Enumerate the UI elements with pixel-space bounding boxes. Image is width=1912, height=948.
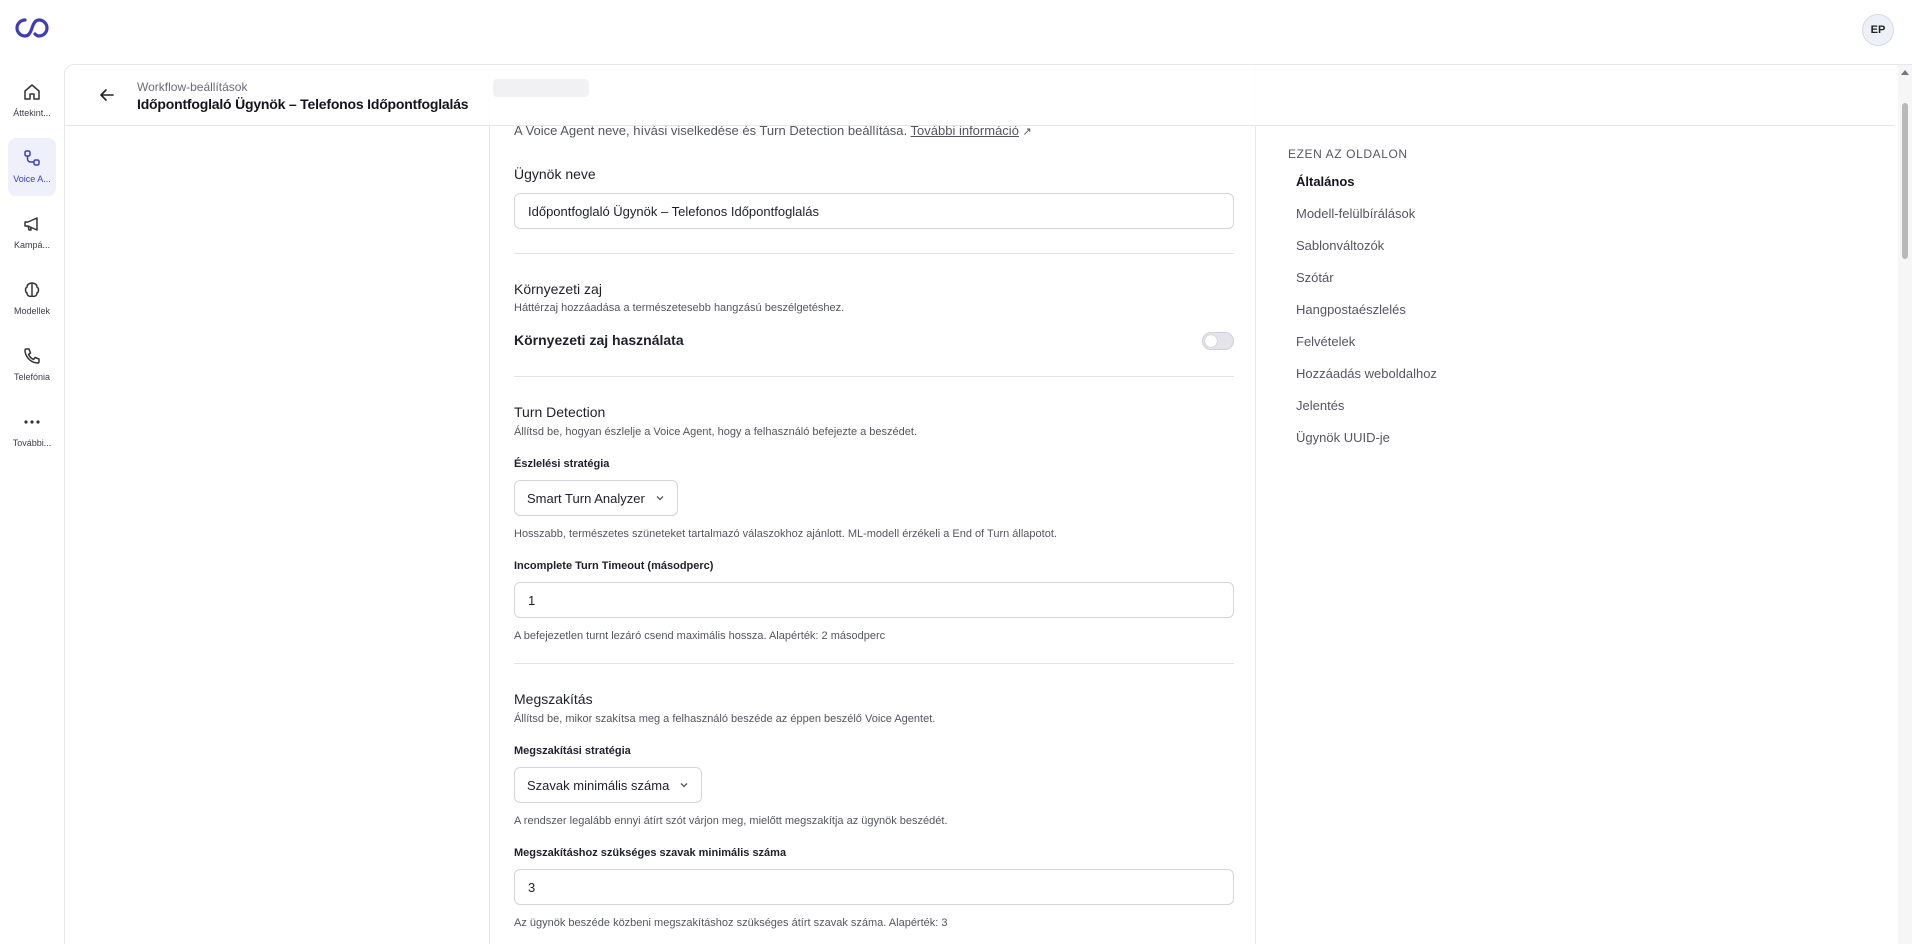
toc-item-reporting[interactable]: Jelentés: [1296, 398, 1344, 413]
main-frame: Workflow-beállítások Időpontfoglaló Ügyn…: [64, 64, 1912, 944]
sidebar-item-telephony[interactable]: Telefónia: [8, 336, 56, 394]
scrollbar-thumb[interactable]: [1902, 103, 1908, 259]
interruption-description: Állítsd be, mikor szakítsa meg a felhasz…: [514, 713, 936, 725]
detection-strategy-label: Észlelési stratégia: [514, 458, 610, 470]
interruption-strategy-select[interactable]: Szavak minimális száma: [514, 767, 703, 803]
sidebar-nav: Áttekint... Voice A... Kampá... Modellek…: [0, 64, 64, 948]
agent-name-input[interactable]: Időpontfoglaló Ügynök – Telefonos Időpon…: [514, 193, 1234, 229]
toc-item-agent-uuid[interactable]: Ügynök UUID-je: [1296, 430, 1390, 445]
ambient-noise-toggle-label: Környezeti zaj használata: [514, 332, 684, 348]
back-arrow-icon[interactable]: [97, 85, 117, 105]
external-link-icon: ↗: [1022, 126, 1032, 138]
timeout-input[interactable]: 1: [514, 582, 1234, 618]
toc-item-general[interactable]: Általános: [1296, 174, 1355, 189]
sidebar-item-voice-agents[interactable]: Voice A...: [8, 138, 56, 196]
sidebar-item-more[interactable]: További...: [8, 402, 56, 460]
toc-item-template-variables[interactable]: Sablonváltozók: [1296, 238, 1384, 253]
detection-strategy-select[interactable]: Smart Turn Analyzer: [514, 480, 678, 516]
toc-item-voicemail-detection[interactable]: Hangpostaészlelés: [1296, 302, 1406, 317]
chevron-down-icon: [656, 496, 664, 501]
phone-icon: [24, 348, 40, 364]
turn-detection-title: Turn Detection: [514, 404, 606, 420]
settings-form: A Voice Agent neve, hívási viselkedése é…: [489, 65, 1256, 944]
app-logo-icon[interactable]: [12, 14, 52, 42]
chevron-down-icon: [680, 783, 688, 788]
toc-item-dictionary[interactable]: Szótár: [1296, 270, 1334, 285]
megaphone-icon: [24, 217, 38, 231]
toc-item-model-overrides[interactable]: Modell-felülbírálások: [1296, 206, 1415, 221]
divider: [514, 376, 1234, 377]
interruption-title: Megszakítás: [514, 691, 593, 707]
agent-name-label: Ügynök neve: [514, 166, 596, 182]
sidebar-item-label: Voice A...: [13, 174, 51, 184]
ambient-noise-description: Háttérzaj hozzáadása a természetesebb ha…: [514, 302, 845, 314]
scroll-up-arrow-icon[interactable]: [1901, 70, 1909, 75]
sidebar-item-models[interactable]: Modellek: [8, 270, 56, 328]
toc-title: EZEN AZ OLDALON: [1288, 147, 1408, 161]
page-header: Workflow-beállítások Időpontfoglaló Ügyn…: [65, 65, 1895, 126]
interruption-strategy-help: A rendszer legalább ennyi átírt szót vár…: [514, 815, 948, 827]
sidebar-item-overview[interactable]: Áttekint...: [8, 72, 56, 130]
sidebar-item-campaigns[interactable]: Kampá...: [8, 204, 56, 262]
timeout-label: Incomplete Turn Timeout (másodperc): [514, 560, 714, 572]
toc-item-add-to-website[interactable]: Hozzáadás weboldalhoz: [1296, 366, 1437, 381]
sidebar-item-label: Áttekint...: [13, 108, 51, 118]
ambient-noise-toggle[interactable]: [1202, 332, 1234, 350]
home-icon: [24, 84, 40, 100]
min-words-help: Az ügynök beszéde közbeni megszakításhoz…: [514, 917, 948, 929]
sidebar-item-label: Telefónia: [13, 372, 51, 382]
ambient-noise-title: Környezeti zaj: [514, 281, 602, 297]
sidebar-item-label: Kampá...: [13, 240, 51, 250]
toc-item-recordings[interactable]: Felvételek: [1296, 334, 1355, 349]
turn-detection-description: Állítsd be, hogyan észlelje a Voice Agen…: [514, 426, 917, 438]
divider: [514, 663, 1234, 664]
divider: [514, 253, 1234, 254]
breadcrumb[interactable]: Workflow-beállítások: [137, 80, 247, 94]
more-icon: [24, 420, 40, 424]
user-avatar[interactable]: EP: [1862, 14, 1894, 46]
brain-icon: [24, 282, 40, 298]
vertical-scrollbar[interactable]: [1898, 65, 1912, 944]
detection-strategy-help: Hosszabb, természetes szüneteket tartalm…: [514, 528, 1057, 540]
scrolled-section-title: [493, 79, 589, 97]
interruption-strategy-label: Megszakítási stratégia: [514, 745, 631, 757]
timeout-help: A befejezetlen turnt lezáró csend maximá…: [514, 630, 886, 642]
min-words-label: Megszakításhoz szükséges szavak minimáli…: [514, 847, 787, 859]
min-words-input[interactable]: 3: [514, 869, 1234, 905]
page-title: Időpontfoglaló Ügynök – Telefonos Időpon…: [137, 96, 469, 112]
workflow-icon: [24, 150, 40, 166]
top-bar: EP: [0, 0, 1912, 64]
sidebar-item-label: További...: [12, 438, 52, 448]
sidebar-item-label: Modellek: [13, 306, 51, 316]
